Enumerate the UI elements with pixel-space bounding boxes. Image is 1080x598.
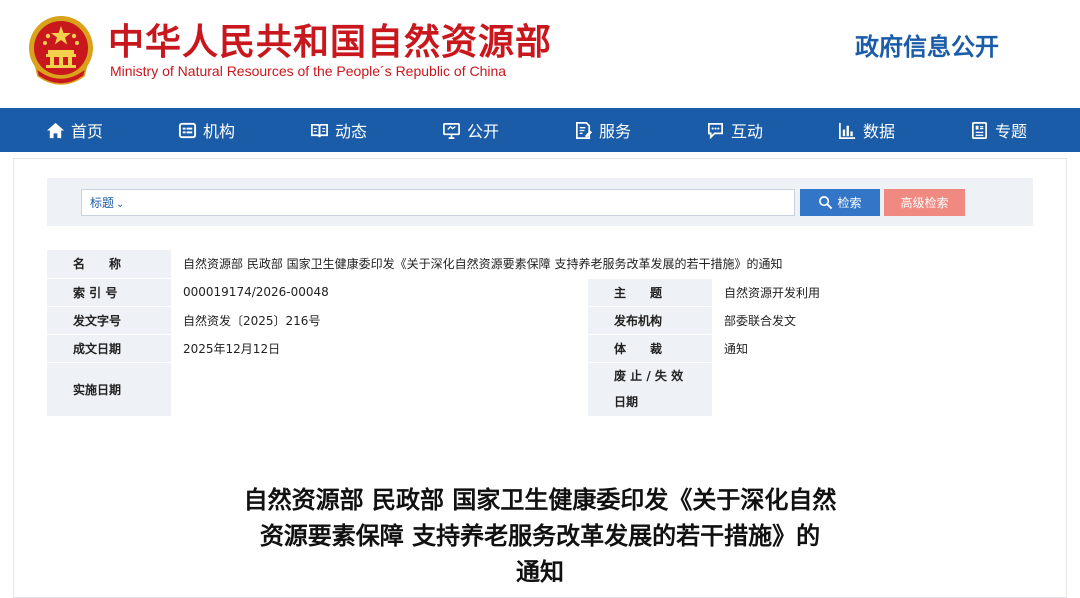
advanced-search-button[interactable]: 高级检索	[884, 189, 965, 216]
document-edit-icon	[575, 121, 593, 139]
nav-item-home[interactable]: 首页	[46, 108, 103, 152]
document-title-line3: 通知	[516, 558, 564, 586]
search-input[interactable]	[140, 190, 790, 215]
genre-label: 体 裁	[588, 334, 712, 363]
expiry-date-label: 废 止 / 失 效 日期	[588, 362, 712, 417]
expiry-date-value	[712, 362, 1033, 417]
nav-item-label: 首页	[71, 122, 104, 141]
search-icon	[819, 196, 833, 210]
site-title[interactable]: 中华人民共和国自然资源部	[108, 13, 552, 65]
implementation-date-value	[171, 362, 588, 417]
publisher-label: 发布机构	[588, 306, 712, 335]
nav-item-news[interactable]: 动态	[310, 108, 367, 152]
table-row: 索 引 号 000019174/2026-00048 主 题 自然资源开发利用	[47, 278, 1033, 307]
document-title-line1: 自然资源部 民政部 国家卫生健康委印发《关于深化自然	[243, 486, 837, 514]
nav-item-topics[interactable]: 专题	[970, 108, 1027, 152]
topic-label: 主 题	[588, 278, 712, 307]
name-value: 自然资源部 民政部 国家卫生健康委印发《关于深化自然资源要素保障 支持养老服务改…	[171, 250, 1033, 279]
index-number-label: 索 引 号	[47, 278, 171, 307]
home-icon	[46, 122, 65, 138]
nav-item-data[interactable]: 数据	[838, 108, 895, 152]
table-row: 实施日期 废 止 / 失 效 日期	[47, 362, 1033, 417]
bar-chart-icon	[839, 122, 856, 139]
search-button[interactable]: 检索	[800, 189, 880, 216]
search-field-select[interactable]: 标题 ⌄	[90, 194, 124, 211]
site-header: 中华人民共和国自然资源部 Ministry of Natural Resourc…	[0, 0, 1080, 108]
nav-item-label: 机构	[203, 122, 236, 141]
table-row: 发文字号 自然资发〔2025〕216号 发布机构 部委联合发文	[47, 306, 1033, 335]
document-title: 自然资源部 民政部 国家卫生健康委印发《关于深化自然 资源要素保障 支持养老服务…	[140, 482, 940, 590]
document-title-line2: 资源要素保障 支持养老服务改革发展的若干措施》的	[259, 522, 821, 550]
nav-item-label: 服务	[599, 122, 632, 141]
nav-item-label: 互动	[731, 122, 764, 141]
nav-item-label: 专题	[995, 122, 1028, 141]
table-row: 成文日期 2025年12月12日 体 裁 通知	[47, 334, 1033, 363]
written-date-label: 成文日期	[47, 334, 171, 363]
expiry-date-label-line2: 日期	[614, 395, 639, 409]
organization-icon	[178, 122, 197, 138]
table-row: 名 称 自然资源部 民政部 国家卫生健康委印发《关于深化自然资源要素保障 支持养…	[47, 250, 1033, 279]
nav-item-label: 数据	[863, 122, 896, 141]
genre-value: 通知	[712, 334, 1033, 363]
name-label: 名 称	[47, 250, 171, 279]
nav-item-organization[interactable]: 机构	[178, 108, 235, 152]
nav-item-interaction[interactable]: 互动	[706, 108, 763, 152]
nav-item-services[interactable]: 服务	[574, 108, 631, 152]
implementation-date-label: 实施日期	[47, 362, 171, 417]
nav-item-label: 动态	[335, 122, 368, 141]
main-nav: 首页 机构 动态 公开 服务 互动 数据 专题	[0, 108, 1080, 152]
chevron-down-icon: ⌄	[116, 199, 125, 210]
written-date-value: 2025年12月12日	[171, 334, 588, 363]
search-button-label: 检索	[837, 196, 862, 210]
nav-item-label: 公开	[467, 122, 500, 141]
index-number-value: 000019174/2026-00048	[171, 278, 588, 307]
document-metadata-table: 名 称 自然资源部 民政部 国家卫生健康委印发《关于深化自然资源要素保障 支持养…	[47, 250, 1033, 417]
expiry-date-label-line1: 废 止 / 失 效	[614, 369, 684, 383]
book-icon	[311, 123, 328, 137]
nav-item-disclosure[interactable]: 公开	[442, 108, 499, 152]
chat-icon	[707, 122, 724, 139]
national-emblem-icon[interactable]	[26, 12, 96, 86]
topic-value: 自然资源开发利用	[712, 278, 1033, 307]
advanced-search-label: 高级检索	[900, 196, 949, 210]
document-number-label: 发文字号	[47, 306, 171, 335]
publisher-value: 部委联合发文	[712, 306, 1033, 335]
document-number-value: 自然资发〔2025〕216号	[171, 306, 588, 335]
site-title-english: Ministry of Natural Resources of the Peo…	[110, 63, 507, 79]
monitor-icon	[443, 122, 460, 139]
gov-info-disclosure-title[interactable]: 政府信息公开	[855, 27, 999, 62]
topic-icon	[971, 121, 988, 139]
search-field-select-label: 标题	[90, 196, 115, 210]
